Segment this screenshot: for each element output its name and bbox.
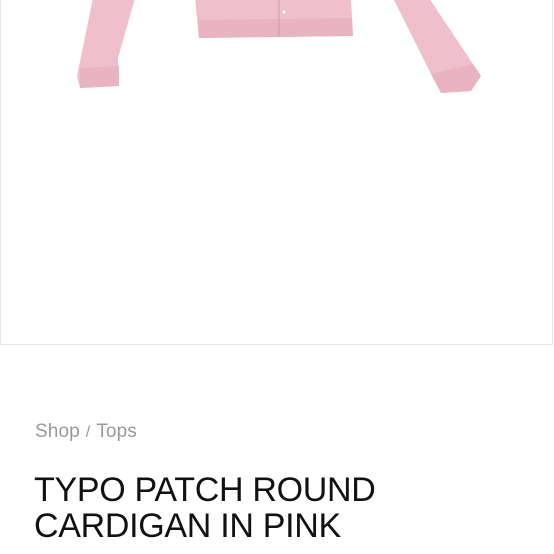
cardigan-button	[281, 9, 287, 15]
cardigan-hem-ribbing	[198, 18, 353, 38]
breadcrumb-link-shop[interactable]: Shop	[35, 421, 80, 442]
product-page: Shop / Tops TYPO PATCH ROUND CARDIGAN IN P…	[0, 0, 554, 554]
product-title-line-1: TYPO PATCH ROUND	[34, 471, 376, 509]
breadcrumb-link-tops[interactable]: Tops	[96, 421, 137, 442]
product-title-line-2: CARDIGAN IN PINK	[34, 507, 341, 545]
breadcrumb: Shop / Tops	[35, 421, 137, 443]
cardigan-left-cuff	[80, 66, 119, 88]
product-image-frame[interactable]	[0, 0, 553, 345]
product-image	[77, 0, 481, 93]
product-title: TYPO PATCH ROUND CARDIGAN IN PINK	[34, 472, 534, 544]
breadcrumb-separator: /	[85, 424, 91, 441]
